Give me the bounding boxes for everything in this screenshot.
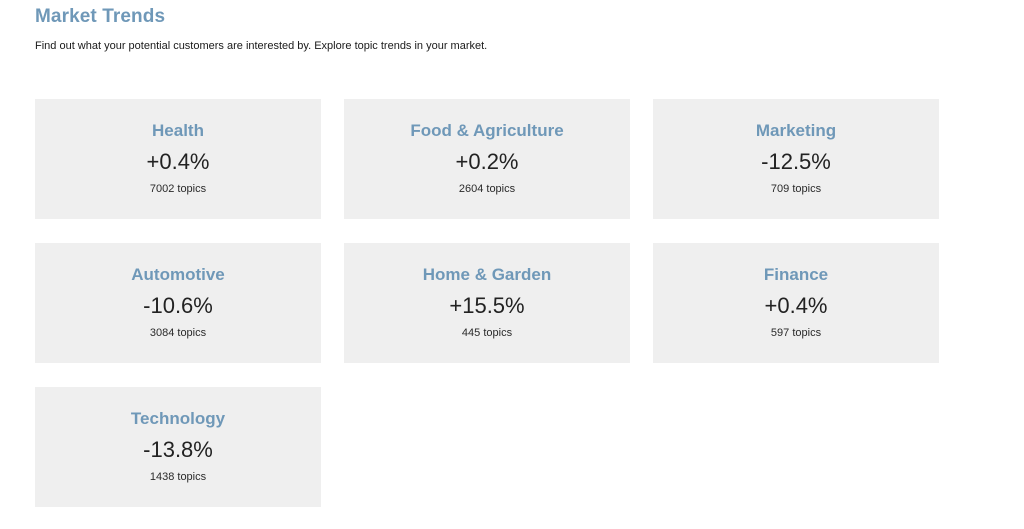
category-name: Automotive	[131, 265, 225, 284]
category-topic-count: 7002 topics	[149, 183, 207, 195]
category-topic-count: 597 topics	[770, 327, 822, 339]
category-card-marketing[interactable]: Marketing -12.5% 709 topics	[653, 99, 939, 219]
category-card-technology[interactable]: Technology -13.8% 1438 topics	[35, 387, 321, 507]
category-name: Marketing	[755, 121, 837, 140]
category-topic-count: 2604 topics	[458, 183, 516, 195]
category-card-finance[interactable]: Finance +0.4% 597 topics	[653, 243, 939, 363]
category-grid: Health +0.4% 7002 topics Food & Agricult…	[35, 99, 939, 507]
category-topic-count: 3084 topics	[149, 327, 207, 339]
category-change: +0.2%	[455, 149, 519, 174]
category-change: -12.5%	[761, 149, 831, 174]
category-change: +0.4%	[764, 293, 828, 318]
category-card-automotive[interactable]: Automotive -10.6% 3084 topics	[35, 243, 321, 363]
category-name: Health	[152, 121, 204, 140]
category-card-home-garden[interactable]: Home & Garden +15.5% 445 topics	[344, 243, 630, 363]
category-card-food-agriculture[interactable]: Food & Agriculture +0.2% 2604 topics	[344, 99, 630, 219]
category-change: -13.8%	[143, 437, 213, 462]
category-change: +0.4%	[146, 149, 210, 174]
category-name: Technology	[130, 409, 226, 428]
category-name: Home & Garden	[422, 265, 552, 284]
category-topic-count: 1438 topics	[149, 471, 207, 483]
page-subtitle: Find out what your potential customers a…	[35, 40, 488, 52]
category-name: Finance	[763, 265, 829, 284]
category-topic-count: 445 topics	[461, 327, 513, 339]
category-topic-count: 709 topics	[770, 183, 822, 195]
category-change: -10.6%	[143, 293, 213, 318]
category-name: Food & Agriculture	[410, 121, 564, 140]
page-title: Market Trends	[35, 6, 166, 27]
category-change: +15.5%	[449, 293, 525, 318]
category-card-health[interactable]: Health +0.4% 7002 topics	[35, 99, 321, 219]
market-trends-page: Market Trends Find out what your potenti…	[0, 0, 1024, 529]
